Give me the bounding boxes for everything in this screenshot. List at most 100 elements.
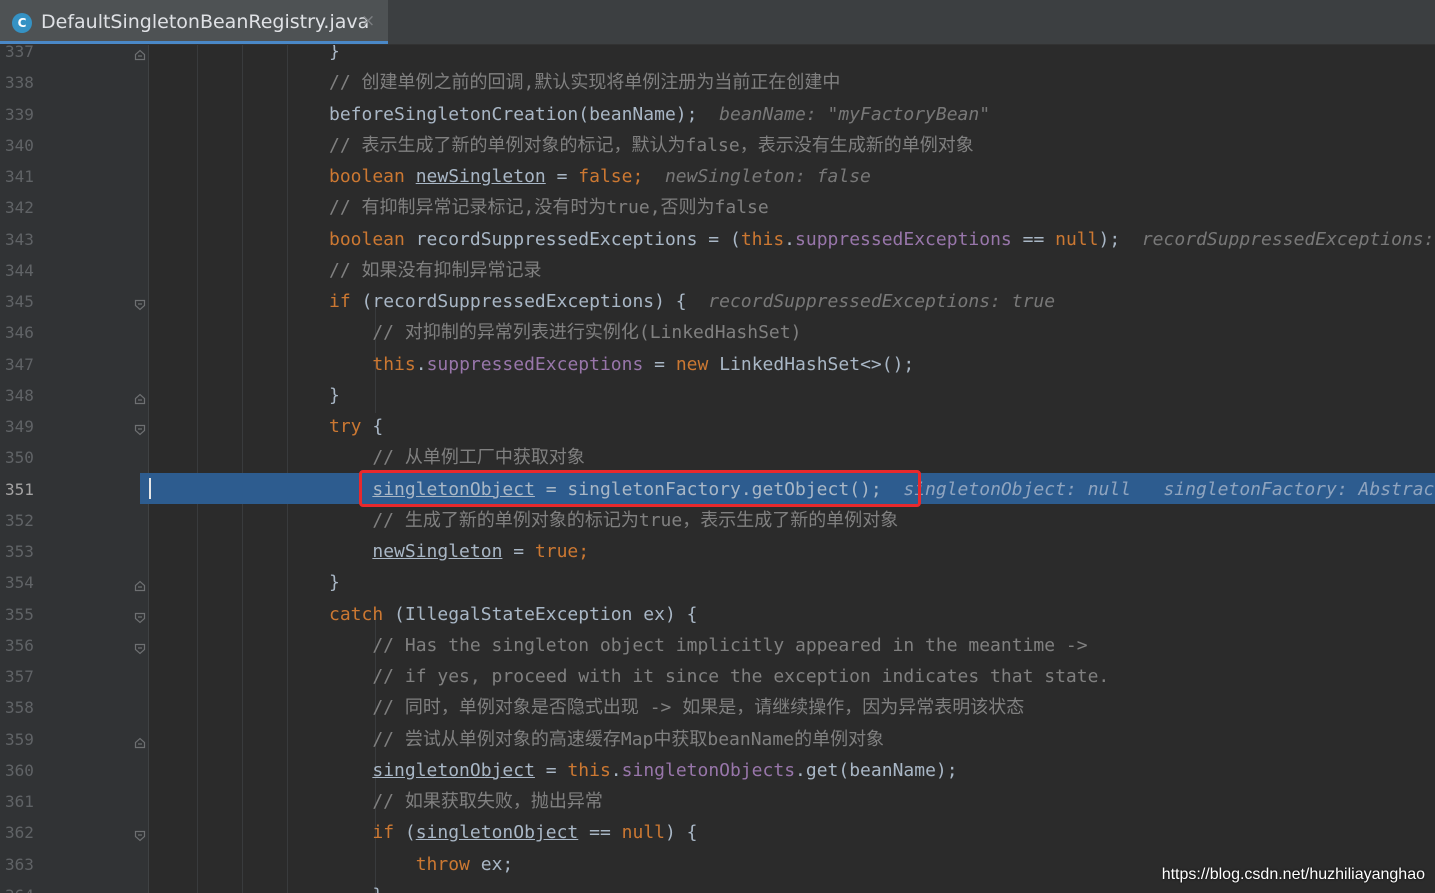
fold-expanded-icon[interactable]: [134, 827, 146, 842]
code-token: ==: [1011, 228, 1056, 250]
code-token: }: [329, 45, 340, 62]
code-token: try: [329, 416, 373, 437]
code-line[interactable]: this.suppressedExceptions = new LinkedHa…: [329, 349, 914, 380]
code-token: (IllegalStateException ex) {: [394, 603, 698, 625]
code-token: // 从单例工厂中获取对象: [329, 447, 585, 469]
line-number-gutter[interactable]: 337 338 339 340 341 342 343 344 345 346 347 348 349 3…: [0, 45, 148, 893]
code-line[interactable]: // 尝试从单例对象的高速缓存Map中获取beanName的单例对象: [329, 724, 884, 755]
fold-end-icon[interactable]: [134, 390, 146, 404]
fold-expanded-icon[interactable]: [134, 640, 146, 655]
fold-expanded-icon[interactable]: [134, 421, 146, 436]
code-line[interactable]: // Has the singleton object implicitly a…: [329, 630, 1088, 661]
code-line[interactable]: // 创建单例之前的回调,默认实现将单例注册为当前正在创建中: [329, 67, 840, 98]
line-number[interactable]: 355: [5, 605, 65, 625]
code-line[interactable]: catch (IllegalStateException ex) {: [329, 599, 697, 630]
line-number[interactable]: 364: [5, 886, 65, 893]
line-number[interactable]: 350: [5, 448, 65, 468]
line-number[interactable]: 351: [5, 480, 65, 500]
line-number[interactable]: 340: [5, 136, 65, 156]
code-line[interactable]: // 对抑制的异常列表进行实例化(LinkedHashSet): [329, 317, 801, 348]
code-token: .: [415, 353, 427, 375]
code-line[interactable]: // if yes, proceed with it since the exc…: [329, 661, 1109, 692]
code-line[interactable]: }: [329, 567, 340, 598]
code-token: // if yes, proceed with it since the exc…: [329, 666, 1110, 687]
indent-guide: [242, 45, 243, 893]
line-number[interactable]: 353: [5, 542, 65, 562]
java-class-icon: C: [12, 13, 32, 33]
line-number[interactable]: 362: [5, 823, 65, 843]
code-line[interactable]: boolean recordSuppressedExceptions = (th…: [329, 224, 1435, 255]
line-number[interactable]: 347: [5, 355, 65, 375]
code-token: }: [329, 885, 383, 893]
code-token: ==: [578, 822, 622, 844]
tab-default-singleton-bean-registry[interactable]: C DefaultSingletonBeanRegistry.java ×: [0, 0, 388, 44]
gutter-divider: [148, 45, 149, 893]
code-token: newSingleton: [415, 166, 546, 187]
code-token: ) {: [665, 822, 698, 844]
line-number[interactable]: 339: [5, 105, 65, 125]
code-line[interactable]: try {: [329, 411, 383, 442]
code-line[interactable]: singletonObject = this.singletonObjects.…: [329, 755, 957, 786]
line-number[interactable]: 346: [5, 323, 65, 343]
line-number[interactable]: 337: [5, 45, 65, 62]
code-line[interactable]: // 表示生成了新的单例对象的标记，默认为false，表示没有生成新的单例对象: [329, 130, 974, 161]
fold-expanded-icon[interactable]: [134, 296, 146, 311]
line-number[interactable]: 348: [5, 386, 65, 406]
code-token: newSingleton: [372, 541, 503, 562]
code-token: // 表示生成了新的单例对象的标记，默认为false，表示没有生成新的单例对象: [329, 134, 974, 156]
line-number[interactable]: 361: [5, 792, 65, 812]
close-icon[interactable]: ×: [361, 10, 375, 32]
line-number[interactable]: 343: [5, 230, 65, 250]
line-number[interactable]: 349: [5, 417, 65, 437]
code-token: // Has the singleton object implicitly a…: [329, 634, 1088, 656]
code-line[interactable]: if (singletonObject == null) {: [329, 817, 698, 848]
code-line[interactable]: throw ex;: [329, 849, 514, 880]
line-number[interactable]: 359: [5, 730, 65, 750]
code-line[interactable]: }: [329, 45, 340, 67]
line-number[interactable]: 358: [5, 698, 65, 718]
code-token: recordSuppressedExceptions = (: [415, 228, 741, 250]
code-line[interactable]: }: [329, 380, 340, 411]
code-token: .: [610, 759, 622, 781]
code-line[interactable]: }: [329, 880, 383, 893]
code-editor[interactable]: 337 338 339 340 341 342 343 344 345 346 347 348 349 3…: [0, 45, 1435, 893]
inline-debug-value: beanName: "myFactoryBean": [697, 103, 991, 125]
code-line[interactable]: beforeSingletonCreation(beanName); beanN…: [329, 99, 990, 130]
fold-expanded-icon[interactable]: [134, 609, 146, 623]
line-number[interactable]: 356: [5, 636, 65, 656]
code-token: suppressedExceptions: [795, 228, 1012, 250]
line-number[interactable]: 341: [5, 167, 65, 187]
line-number[interactable]: 352: [5, 511, 65, 531]
code-token: boolean: [329, 228, 416, 250]
code-line[interactable]: // 如果没有抑制异常记录: [329, 255, 542, 286]
fold-end-icon[interactable]: [134, 734, 146, 748]
fold-end-icon[interactable]: [134, 46, 146, 61]
line-number[interactable]: 338: [5, 73, 65, 93]
code-token: LinkedHashSet<>();: [719, 353, 915, 375]
code-line[interactable]: // 有抑制异常记录标记,没有时为true,否则为false: [329, 192, 769, 223]
line-number[interactable]: 360: [5, 761, 65, 781]
code-token: null: [621, 822, 665, 844]
line-number[interactable]: 357: [5, 667, 65, 687]
code-line[interactable]: // 从单例工厂中获取对象: [329, 442, 585, 473]
line-number[interactable]: 345: [5, 292, 65, 312]
code-token: // 同时，单例对象是否隐式出现 -> 如果是，请继续操作，因为异常表明该状态: [329, 697, 1025, 719]
code-token: beforeSingletonCreation(beanName);: [329, 103, 698, 125]
code-line[interactable]: boolean newSingleton = false; newSinglet…: [329, 161, 871, 192]
code-line[interactable]: // 同时，单例对象是否隐式出现 -> 如果是，请继续操作，因为异常表明该状态: [329, 692, 1024, 723]
code-line[interactable]: if (recordSuppressedExceptions) { record…: [329, 286, 1055, 317]
line-number[interactable]: 342: [5, 198, 65, 218]
line-number[interactable]: 344: [5, 261, 65, 281]
code-token: }: [329, 384, 340, 406]
code-token: // 如果获取失败，抛出异常: [329, 791, 603, 812]
code-line[interactable]: // 如果获取失败，抛出异常: [329, 786, 603, 817]
code-line[interactable]: newSingleton = true;: [329, 536, 589, 567]
code-line[interactable]: // 生成了新的单例对象的标记为true，表示生成了新的单例对象: [329, 505, 898, 536]
code-token: // 有抑制异常记录标记,没有时为true,否则为false: [329, 197, 769, 219]
fold-end-icon[interactable]: [134, 577, 146, 592]
code-token: true;: [534, 541, 590, 562]
line-number[interactable]: 354: [5, 573, 65, 593]
line-number[interactable]: 363: [5, 855, 65, 875]
inline-debug-value: newSingleton: false: [643, 166, 871, 187]
